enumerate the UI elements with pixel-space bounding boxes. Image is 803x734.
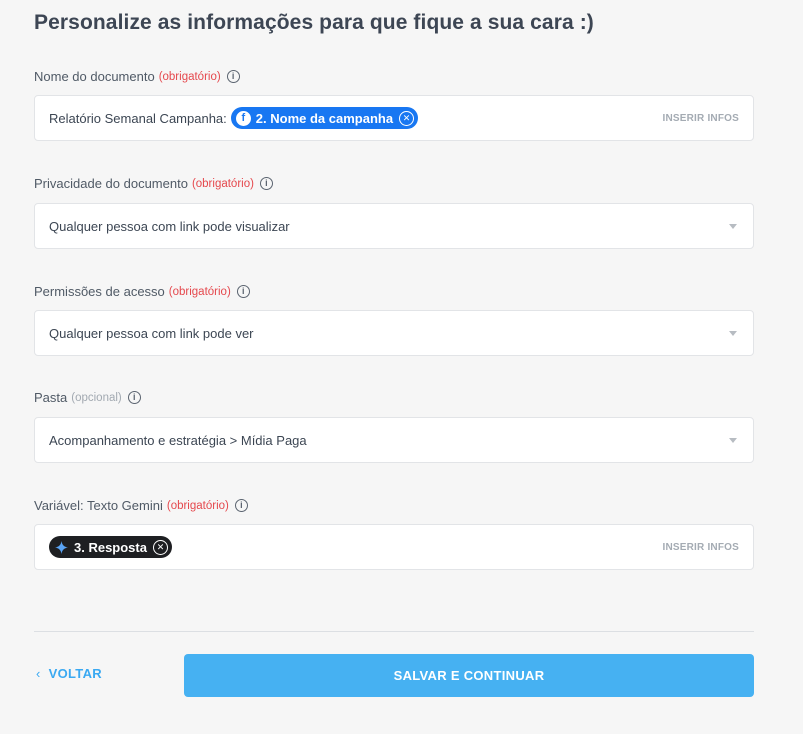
personalize-page: Personalize as informações para que fiqu… [0, 0, 803, 734]
info-icon[interactable]: i [127, 391, 141, 404]
document-name-input[interactable]: Relatório Semanal Campanha: f 2. Nome da… [34, 95, 754, 141]
label-text: Pasta [34, 390, 68, 405]
footer-divider [34, 631, 754, 632]
close-circle-icon[interactable]: ✕ [152, 539, 168, 555]
field-label-variavel: Variável: Texto Gemini (obrigatório) i [34, 498, 248, 513]
select-value: Qualquer pessoa com link pode visualizar [49, 218, 290, 234]
permissions-select[interactable]: Qualquer pessoa com link pode ver [34, 310, 754, 356]
save-continue-button[interactable]: SALVAR E CONTINUAR [184, 654, 754, 697]
required-tag: (obrigatório) [168, 285, 231, 298]
field-label-nome: Nome do documento (obrigatório) i [34, 69, 240, 84]
field-label-pasta: Pasta (opcional) i [34, 390, 141, 405]
optional-tag: (opcional) [71, 391, 122, 404]
required-tag: (obrigatório) [191, 177, 254, 190]
label-text: Nome do documento [34, 69, 155, 84]
select-value: Acompanhamento e estratégia > Mídia Paga [49, 432, 307, 448]
info-icon[interactable]: i [234, 499, 248, 512]
caret-down-icon [729, 437, 737, 443]
facebook-icon: f [235, 110, 251, 126]
response-chip[interactable]: 3. Resposta ✕ [49, 536, 172, 558]
back-label: VOLTAR [48, 666, 102, 681]
page-title: Personalize as informações para que fiqu… [34, 11, 594, 34]
gemini-text-variable-input[interactable]: 3. Resposta ✕ INSERIR INFOS [34, 524, 754, 570]
insert-infos-link[interactable]: INSERIR INFOS [663, 113, 740, 124]
privacy-select[interactable]: Qualquer pessoa com link pode visualizar [34, 203, 754, 249]
info-icon[interactable]: i [259, 177, 273, 190]
insert-infos-link[interactable]: INSERIR INFOS [663, 542, 740, 553]
select-value: Qualquer pessoa com link pode ver [49, 325, 254, 341]
label-text: Variável: Texto Gemini [34, 498, 163, 513]
back-button[interactable]: ‹ VOLTAR [36, 666, 102, 681]
field-label-permissoes: Permissões de acesso (obrigatório) i [34, 284, 250, 299]
label-text: Privacidade do documento [34, 176, 188, 191]
name-prefix-text: Relatório Semanal Campanha: [49, 110, 227, 126]
gemini-sparkle-icon [54, 540, 69, 555]
caret-down-icon [729, 223, 737, 229]
label-text: Permissões de acesso [34, 284, 165, 299]
caret-down-icon [729, 330, 737, 336]
campaign-name-chip[interactable]: f 2. Nome da campanha ✕ [230, 107, 419, 129]
close-circle-icon[interactable]: ✕ [399, 110, 415, 126]
required-tag: (obrigatório) [166, 499, 229, 512]
required-tag: (obrigatório) [158, 70, 221, 83]
chip-label: 3. Resposta [74, 539, 147, 555]
chip-label: 2. Nome da campanha [255, 110, 394, 126]
info-icon[interactable]: i [236, 285, 250, 298]
field-label-privacidade: Privacidade do documento (obrigatório) i [34, 176, 273, 191]
info-icon[interactable]: i [226, 70, 240, 83]
folder-select[interactable]: Acompanhamento e estratégia > Mídia Paga [34, 417, 754, 463]
chevron-left-icon: ‹ [36, 666, 41, 681]
